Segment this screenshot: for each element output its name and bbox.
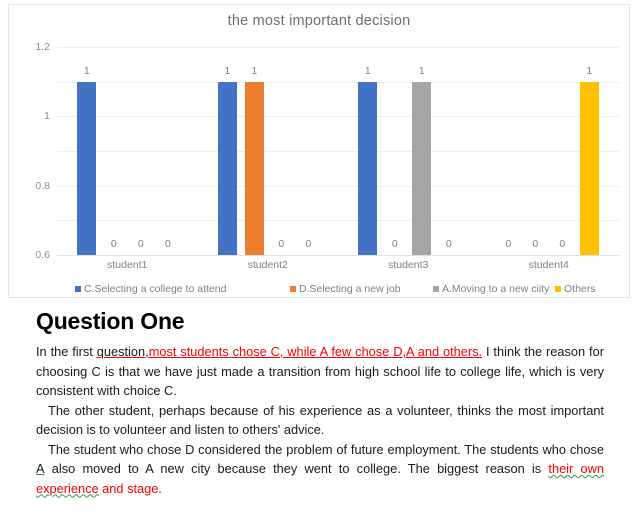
document-section: Question One In the first question,most … xyxy=(0,304,640,516)
chart-bar xyxy=(77,81,97,255)
y-axis-tick-label: 1 xyxy=(44,110,50,123)
legend-swatch-icon xyxy=(433,286,439,292)
text-run: question, xyxy=(96,344,149,359)
bar-value-label: 0 xyxy=(391,238,398,250)
text-run: most students chose C, while A few chose… xyxy=(148,344,483,359)
legend-label: D.Selecting a new job xyxy=(299,283,401,295)
bar-value-label: 1 xyxy=(586,64,593,77)
chart-card: the most important decision 00.20.40.60.… xyxy=(8,4,630,469)
bar-value-label: 0 xyxy=(532,238,539,250)
bar-value-label: 0 xyxy=(278,238,285,250)
legend-item[interactable]: C.Selecting a college to attend xyxy=(75,283,226,295)
chart-bar xyxy=(412,81,432,255)
bar-value-label: 1 xyxy=(224,64,231,77)
x-axis-category-label: student2 xyxy=(247,259,288,271)
page-title: Question One xyxy=(36,308,185,334)
chart-legend: C.Selecting a college to attend D.Selecti… xyxy=(57,283,619,299)
bar-value-label: 1 xyxy=(83,64,90,77)
bar-value-label: 0 xyxy=(445,238,452,250)
chart-bars-layer: 1 1 1 0 0 1 0 0 0 0 1 0 0 0 0 1 xyxy=(57,47,619,255)
text-run: The student who chose D considered the p… xyxy=(48,441,604,457)
bar-value-label: 0 xyxy=(305,238,312,250)
chart-bar xyxy=(244,81,264,255)
chart-bar xyxy=(358,81,378,255)
text-run: and stage. xyxy=(98,480,162,496)
legend-swatch-icon xyxy=(290,286,296,292)
bar-value-label: 0 xyxy=(559,238,566,250)
y-axis-tick-label: 0.6 xyxy=(35,249,50,261)
legend-item[interactable]: D.Selecting a new job xyxy=(290,283,401,295)
bar-value-label: 1 xyxy=(418,64,425,77)
bar-value-label: 0 xyxy=(137,238,144,250)
bar-value-label: 1 xyxy=(251,64,258,77)
chart-title: the most important decision xyxy=(227,13,411,29)
x-axis-category-label: student4 xyxy=(528,259,569,271)
y-axis-tick-label: 1.2 xyxy=(35,41,50,53)
legend-label: Others xyxy=(564,283,596,295)
x-axis-category-label: student3 xyxy=(388,259,429,271)
legend-swatch-icon xyxy=(555,286,561,292)
y-axis-tick-label: 0.8 xyxy=(35,179,50,192)
paragraph: The student who chose D considered the p… xyxy=(36,440,604,499)
x-axis-category-label: student1 xyxy=(107,259,148,271)
bar-value-label: 1 xyxy=(364,64,371,77)
legend-item[interactable]: A.Moving to a new ciity xyxy=(433,283,549,295)
document-body: In the first question,most students chos… xyxy=(36,342,604,498)
bar-value-label: 0 xyxy=(164,238,171,250)
chart-bar xyxy=(217,81,237,255)
legend-item[interactable]: Others xyxy=(555,283,596,295)
legend-label: C.Selecting a college to attend xyxy=(84,283,227,295)
chart-x-axis: student1 student2 student3 student4 xyxy=(57,259,619,277)
paragraph: In the first question,most students chos… xyxy=(36,342,604,401)
chart-plot-area: 00.20.40.60.811.2 1110010000100001 xyxy=(35,41,619,469)
bar-value-label: 0 xyxy=(110,238,117,250)
paragraph: The other student, perhaps because of hi… xyxy=(36,401,604,440)
legend-label: A.Moving to a new ciity xyxy=(442,283,550,295)
gridline: 0 xyxy=(44,255,619,469)
text-run: A xyxy=(36,461,45,476)
text-run: also moved to A new city because they we… xyxy=(44,461,549,476)
text-run: In the first xyxy=(36,344,97,359)
bar-value-label: 0 xyxy=(505,238,512,250)
chart-bar xyxy=(579,81,599,255)
legend-swatch-icon xyxy=(75,286,81,292)
text-run: The other student, perhaps because of hi… xyxy=(36,402,604,438)
